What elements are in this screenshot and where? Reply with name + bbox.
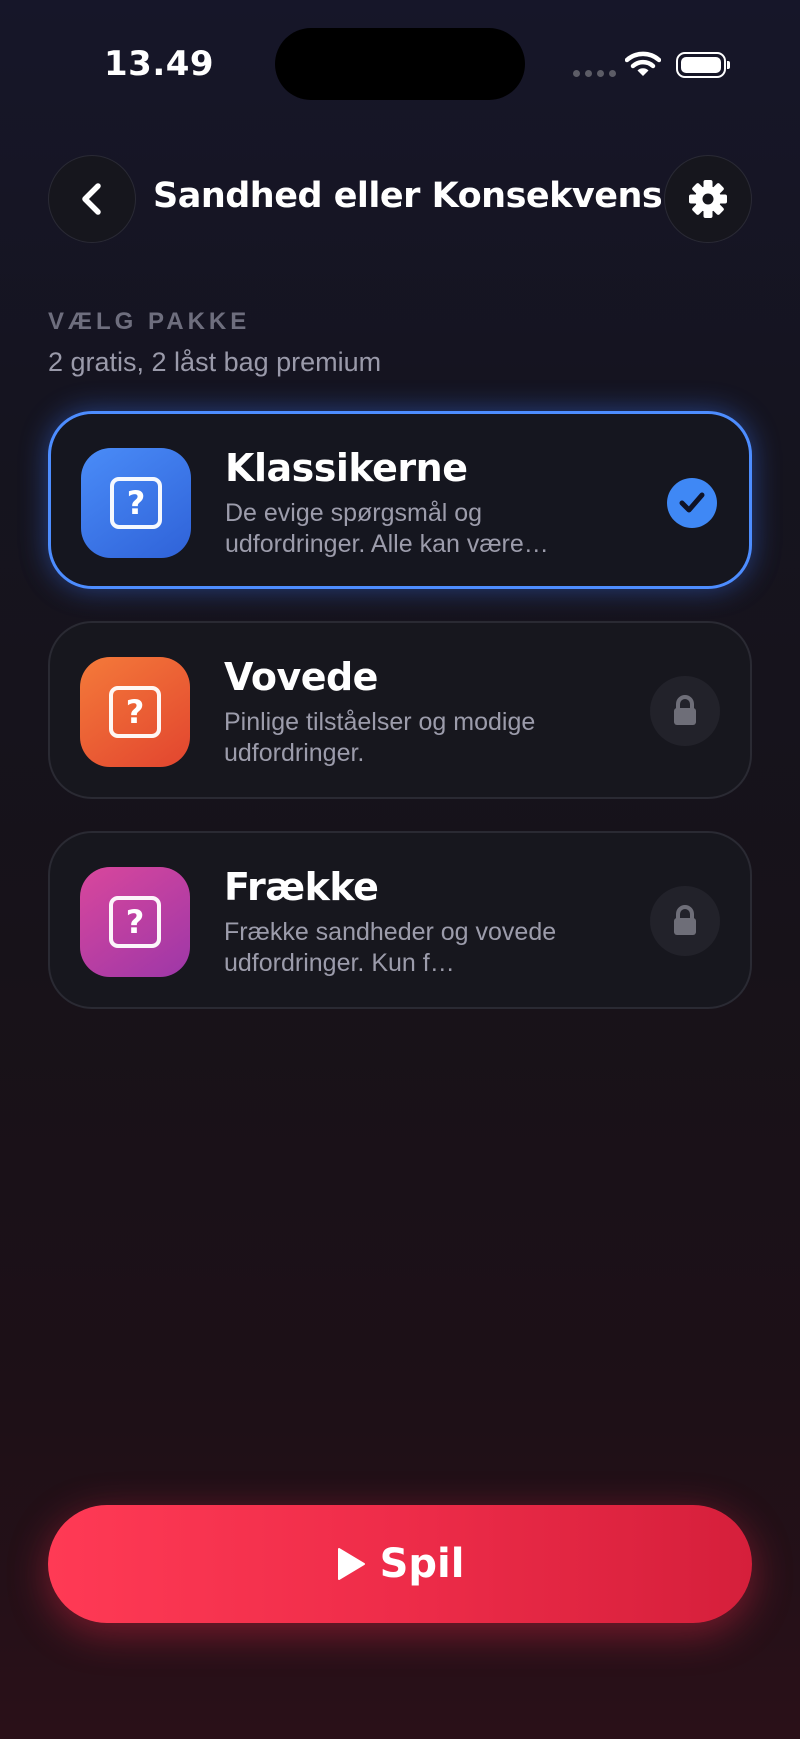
dynamic-island [275,28,525,100]
pack-card-klassikerne[interactable]: ? Klassikerne De evige spørgsmål og udfo… [48,411,752,589]
chevron-left-icon [82,183,101,215]
play-icon [337,1548,365,1580]
question-icon: ? [80,867,190,977]
wifi-icon [625,51,661,76]
back-button[interactable] [48,155,136,243]
lock-icon [650,676,720,746]
cellular-signal-icon [573,70,616,77]
play-label: Spil [379,1541,465,1587]
pack-title: Klassikerne [225,446,468,490]
page-title: Sandhed eller Konsekvens [153,176,663,216]
section-subtitle: 2 gratis, 2 låst bag premium [48,347,382,377]
pack-description: Frække sandheder og vovede udfordringer.… [224,918,557,977]
lock-icon [650,886,720,956]
question-icon: ? [80,657,190,767]
pack-description: De evige spørgsmål og udfordringer. Alle… [225,499,549,558]
pack-title: Vovede [224,655,378,699]
checkmark-icon [667,478,717,528]
question-icon: ? [81,448,191,558]
section-label: VÆLG PAKKE [48,308,251,335]
pack-title: Frække [224,865,379,909]
status-bar: 13.49 [0,0,800,130]
status-time: 13.49 [104,44,215,84]
pack-card-vovede[interactable]: ? Vovede Pinlige tilståelser og modige u… [48,621,752,799]
pack-card-fraekke[interactable]: ? Frække Frække sandheder og vovede udfo… [48,831,752,1009]
pack-description: Pinlige tilståelser og modige udfordring… [224,708,536,767]
gear-icon [689,180,727,218]
battery-icon [676,52,730,78]
settings-button[interactable] [664,155,752,243]
play-button[interactable]: Spil [48,1505,752,1623]
